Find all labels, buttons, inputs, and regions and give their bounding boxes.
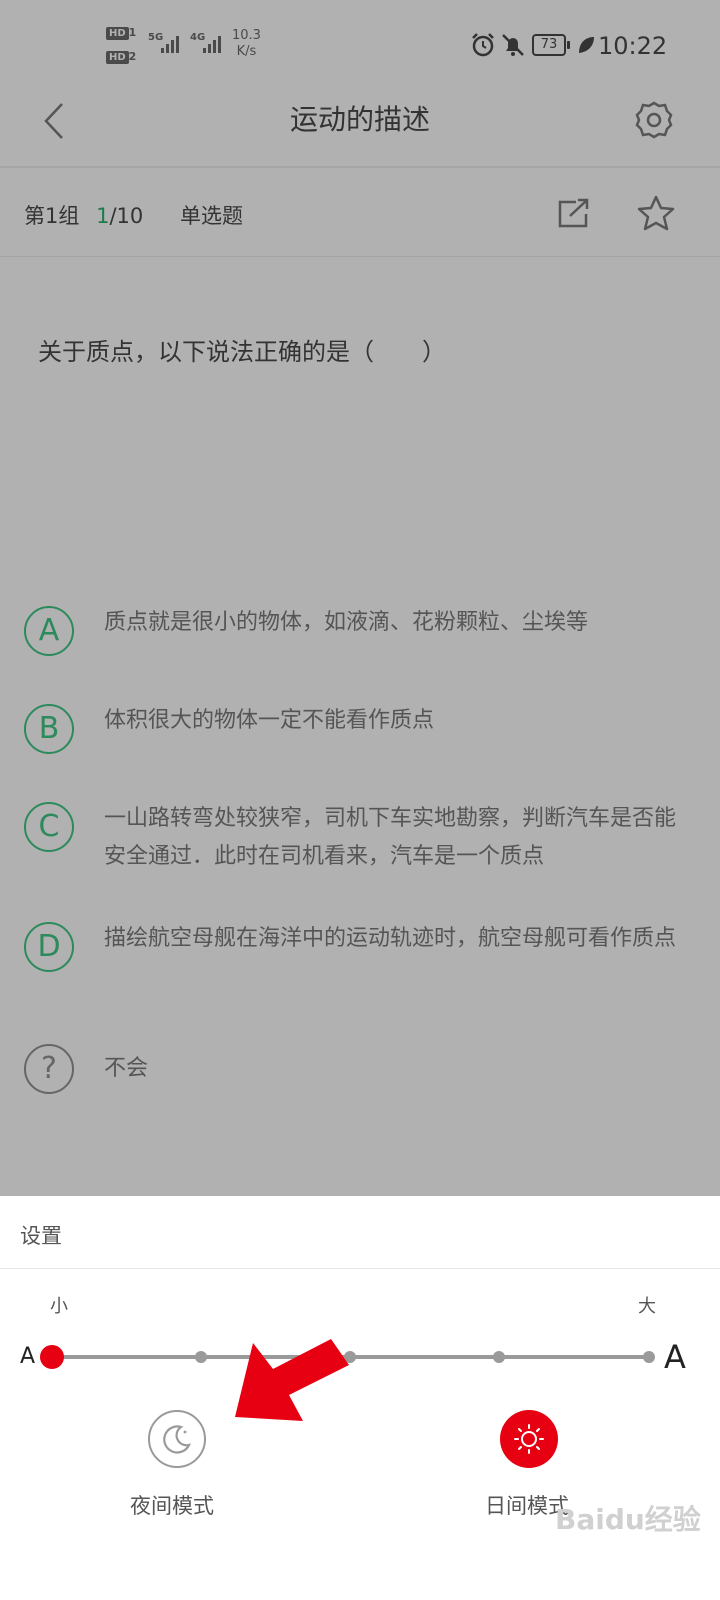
night-mode-button[interactable] <box>148 1410 206 1468</box>
option-b-text[interactable]: 体积很大的物体一定不能看作质点 <box>104 702 684 740</box>
font-large-a: A <box>664 1338 686 1376</box>
font-size-step-5[interactable] <box>643 1351 655 1363</box>
option-dont-know[interactable]: ? <box>24 1044 74 1094</box>
day-mode-button[interactable] <box>500 1410 558 1468</box>
font-large-label: 大 <box>638 1296 656 1317</box>
option-a-text[interactable]: 质点就是很小的物体，如液滴、花粉颗粒、尘埃等 <box>104 604 684 642</box>
option-c-badge: C <box>24 802 74 852</box>
settings-divider <box>0 1268 720 1269</box>
option-dont-know-text[interactable]: 不会 <box>104 1050 684 1088</box>
question-type: 单选题 <box>180 204 243 228</box>
settings-icon[interactable] <box>634 100 674 140</box>
annotation-arrow <box>235 1339 349 1421</box>
moon-icon <box>163 1425 191 1454</box>
font-small-label: 小 <box>50 1296 68 1317</box>
settings-title: 设置 <box>20 1224 62 1248</box>
option-b-badge: B <box>24 704 74 754</box>
leaf-icon <box>579 37 594 53</box>
font-size-step-4[interactable] <box>493 1351 505 1363</box>
option-d-text[interactable]: 描绘航空母舰在海洋中的运动轨迹时，航空母舰可看作质点 <box>104 920 684 958</box>
favorite-star-icon[interactable] <box>636 194 676 232</box>
share-icon[interactable] <box>556 196 592 230</box>
font-size-step-2[interactable] <box>195 1351 207 1363</box>
screen: { "status_bar": { "sim1": "HD", "sim1_nu… <box>0 0 720 1600</box>
night-mode-label: 夜间模式 <box>130 1494 214 1518</box>
current-question-number: 1 <box>96 204 110 228</box>
font-small-a: A <box>20 1344 36 1369</box>
sim2-indicator: HD 2 <box>106 50 136 64</box>
group-label: 第1组 <box>24 204 80 228</box>
baidu-watermark: Baidu经验 <box>555 1503 701 1536</box>
total-questions: /10 <box>109 204 144 228</box>
page-title: 运动的描述 <box>289 103 430 136</box>
header-divider <box>0 166 720 168</box>
sim1-indicator: HD 1 <box>106 26 136 40</box>
question-text: 关于质点，以下说法正确的是（ ） <box>38 338 446 366</box>
question-progress: 第1组 1/10 <box>24 200 143 230</box>
battery-indicator: 73 <box>532 34 570 56</box>
sun-icon <box>514 1424 544 1454</box>
status-bar: HD 1 HD 2 5G 4G 10.3 K/s 73 10:22 <box>0 0 720 90</box>
settings-sheet <box>0 1196 720 1600</box>
option-c-text[interactable]: 一山路转弯处较狭窄，司机下车实地勘察，判断汽车是否能安全通过．此时在司机看来，汽… <box>104 800 684 876</box>
network-speed: 10.3 K/s <box>232 28 261 59</box>
option-b[interactable]: B <box>24 704 74 754</box>
subbar-divider <box>0 256 720 257</box>
clock: 10:22 <box>598 32 668 60</box>
signal-icon <box>161 36 179 53</box>
option-a[interactable]: A <box>24 606 74 656</box>
option-d[interactable]: D <box>24 922 74 972</box>
option-a-badge: A <box>24 606 74 656</box>
option-d-badge: D <box>24 922 74 972</box>
signal-icon <box>203 36 221 53</box>
option-c[interactable]: C <box>24 802 74 852</box>
question-mark-icon: ? <box>24 1044 74 1094</box>
mute-notification-icon <box>502 34 524 56</box>
font-size-slider-thumb[interactable] <box>40 1345 64 1369</box>
alarm-icon <box>472 33 494 57</box>
